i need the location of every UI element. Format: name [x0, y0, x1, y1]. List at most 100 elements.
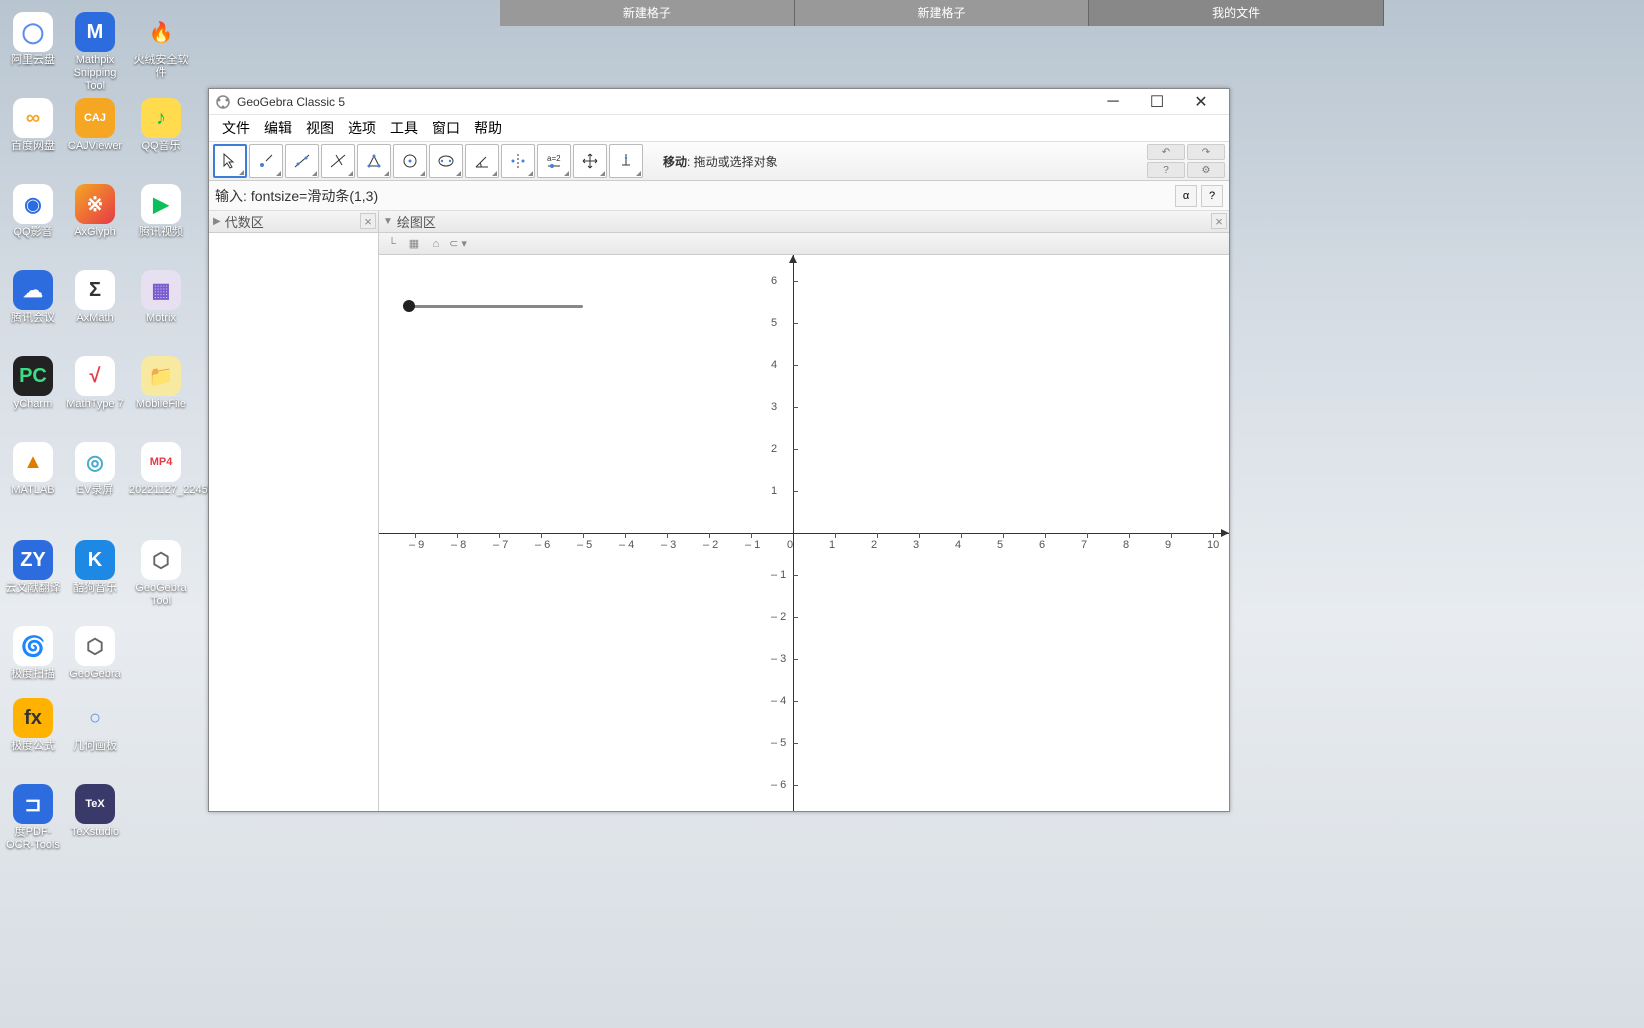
algebra-panel: ▶ 代数区 ×: [209, 211, 379, 811]
tick-mark: [961, 533, 962, 538]
desktop-icon[interactable]: √MathType 7: [62, 356, 128, 411]
algebra-title: 代数区: [225, 212, 264, 231]
home-icon[interactable]: ⌂: [427, 235, 445, 253]
close-button[interactable]: ✕: [1179, 89, 1223, 115]
snap-icon[interactable]: ⊂ ▾: [449, 235, 467, 253]
desktop-icon[interactable]: ☁腾讯会议: [0, 270, 66, 325]
y-tick-label: – 2: [771, 611, 786, 623]
desktop-icon[interactable]: ◎EV录屏: [62, 442, 128, 497]
desktop-icon[interactable]: fx极度公式: [0, 698, 66, 753]
slider-track[interactable]: [409, 305, 583, 308]
x-tick-label: 6: [1039, 539, 1045, 551]
desktop-icon[interactable]: ZY云文献翻译: [0, 540, 66, 595]
y-arrow-icon: [789, 255, 797, 263]
tick-mark: [877, 533, 878, 538]
tick-mark: [793, 365, 798, 366]
tool-line[interactable]: [285, 144, 319, 178]
x-tick-label: 10: [1207, 539, 1219, 551]
help-icon[interactable]: ?: [1147, 162, 1185, 178]
browser-tabs: 新建格子 新建格子 我的文件: [500, 0, 1384, 26]
desktop-icon[interactable]: ▶腾讯视频: [128, 184, 194, 239]
menu-tools[interactable]: 工具: [383, 118, 425, 138]
desktop-icon[interactable]: ◉QQ影音: [0, 184, 66, 239]
desktop-icon[interactable]: ⬡GeoGebra Tool: [128, 540, 194, 608]
tool-reflect[interactable]: [501, 144, 535, 178]
menu-options[interactable]: 选项: [341, 118, 383, 138]
tool-perpendicular[interactable]: [321, 144, 355, 178]
desktop-icon[interactable]: ▦Motrix: [128, 270, 194, 325]
desktop-icon[interactable]: 🔥火绒安全软件: [128, 12, 194, 80]
algebra-header[interactable]: ▶ 代数区 ×: [209, 211, 378, 233]
menu-edit[interactable]: 编辑: [257, 118, 299, 138]
menu-file[interactable]: 文件: [215, 118, 257, 138]
tool-slider[interactable]: a=2: [537, 144, 571, 178]
close-panel-icon[interactable]: ×: [1211, 213, 1227, 229]
browser-tab[interactable]: 新建格子: [795, 0, 1090, 26]
x-tick-label: – 3: [661, 539, 676, 551]
desktop-icon[interactable]: ΣAxMath: [62, 270, 128, 325]
tool-move-view[interactable]: [573, 144, 607, 178]
desktop-icon[interactable]: ⊐度PDF-OCR-Tools: [0, 784, 66, 852]
desktop-icon[interactable]: MP420221127_224501: [128, 442, 194, 497]
minimize-button[interactable]: ─: [1091, 89, 1135, 115]
grid-toggle-icon[interactable]: ▦: [405, 235, 423, 253]
x-tick-label: – 6: [535, 539, 550, 551]
desktop-icon[interactable]: K酷狗音乐: [62, 540, 128, 595]
desktop-icon[interactable]: ⬡GeoGebra: [62, 626, 128, 681]
y-tick-label: 4: [771, 359, 777, 371]
x-tick-label: – 8: [451, 539, 466, 551]
tool-move[interactable]: [213, 144, 247, 178]
tool-point[interactable]: [249, 144, 283, 178]
tick-mark: [793, 281, 798, 282]
x-tick-label: 0: [787, 539, 793, 551]
desktop-icon[interactable]: 🌀极度扫描: [0, 626, 66, 681]
desktop-icon[interactable]: ○几何画板: [62, 698, 128, 753]
undo-button[interactable]: ↶: [1147, 144, 1185, 160]
y-tick-label: 1: [771, 485, 777, 497]
menu-window[interactable]: 窗口: [425, 118, 467, 138]
tick-mark: [793, 617, 798, 618]
slider-knob[interactable]: [403, 300, 415, 312]
tick-mark: [583, 533, 584, 538]
close-panel-icon[interactable]: ×: [360, 213, 376, 229]
redo-button[interactable]: ↷: [1187, 144, 1225, 160]
desktop-icon[interactable]: ◯阿里云盘: [0, 12, 66, 67]
x-tick-label: – 1: [745, 539, 760, 551]
y-tick-label: – 3: [771, 653, 786, 665]
collapse-icon[interactable]: ▼: [383, 216, 393, 227]
tool-custom[interactable]: [609, 144, 643, 178]
graphics-header[interactable]: ▼ 绘图区 ×: [379, 211, 1229, 233]
desktop-icon[interactable]: PCyCharm: [0, 356, 66, 411]
desktop-icon[interactable]: ▲MATLAB: [0, 442, 66, 497]
graphics-view[interactable]: – 9– 8– 7– 6– 5– 4– 3– 2– 10123456789101…: [379, 255, 1229, 811]
desktop-icon[interactable]: ∞百度网盘: [0, 98, 66, 153]
input-help-icon[interactable]: ?: [1201, 185, 1223, 207]
tool-polygon[interactable]: [357, 144, 391, 178]
window-title: GeoGebra Classic 5: [237, 95, 1091, 109]
tool-ellipse[interactable]: [429, 144, 463, 178]
alpha-button[interactable]: α: [1175, 185, 1197, 207]
desktop-icon[interactable]: 📁MobileFile: [128, 356, 194, 411]
menu-view[interactable]: 视图: [299, 118, 341, 138]
collapse-icon[interactable]: ▶: [213, 216, 221, 227]
desktop-icon[interactable]: CAJCAJViewer: [62, 98, 128, 153]
axes-toggle-icon[interactable]: └: [383, 235, 401, 253]
menu-help[interactable]: 帮助: [467, 118, 509, 138]
maximize-button[interactable]: ☐: [1135, 89, 1179, 115]
tool-circle[interactable]: [393, 144, 427, 178]
titlebar[interactable]: GeoGebra Classic 5 ─ ☐ ✕: [209, 89, 1229, 115]
svg-text:a=2: a=2: [547, 154, 561, 163]
tool-angle[interactable]: [465, 144, 499, 178]
desktop-icon[interactable]: TeXTeXstudio: [62, 784, 128, 839]
desktop-icon[interactable]: MMathpix Snipping Tool: [62, 12, 128, 93]
geogebra-window: GeoGebra Classic 5 ─ ☐ ✕ 文件 编辑 视图 选项 工具 …: [208, 88, 1230, 812]
desktop-icon[interactable]: ♪QQ音乐: [128, 98, 194, 153]
browser-tab[interactable]: 新建格子: [500, 0, 795, 26]
settings-icon[interactable]: ⚙: [1187, 162, 1225, 178]
browser-tab[interactable]: 我的文件: [1089, 0, 1384, 26]
y-axis: [793, 255, 794, 811]
tick-mark: [1045, 533, 1046, 538]
toolbar-right: ↶ ↷ ? ⚙: [1147, 144, 1225, 178]
input-field[interactable]: [251, 188, 1171, 204]
desktop-icon[interactable]: ※AxGlyph: [62, 184, 128, 239]
